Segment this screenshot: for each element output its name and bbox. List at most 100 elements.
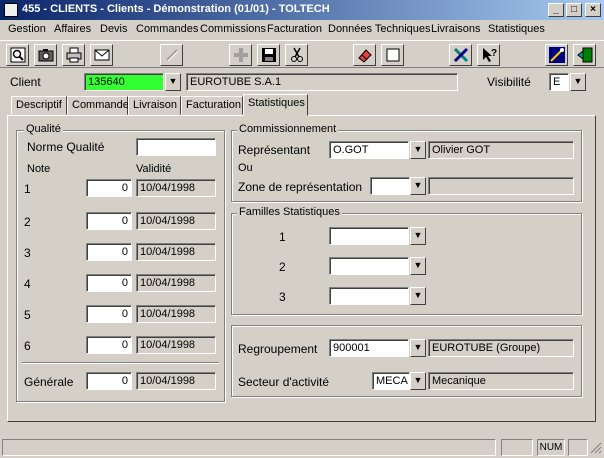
norme-qualite-label: Norme Qualité [27,140,105,154]
menu-gestion[interactable]: Gestion [8,23,46,35]
mail-button[interactable] [90,44,113,66]
cut-icon [291,47,303,62]
menu-livraisons[interactable]: Livraisons [431,23,481,35]
zone-label: Zone de représentation [238,180,363,194]
quality-row-5-label: 5 [24,308,31,322]
quality-row-6-label: 6 [24,339,31,353]
tools-button[interactable] [449,44,472,66]
menu-commissions[interactable]: Commissions [200,23,266,35]
quality-row-2-value[interactable]: 0 [86,212,132,230]
tools-icon [453,47,469,63]
wizard-button[interactable] [545,44,568,66]
eraser-button[interactable] [353,44,376,66]
client-code-field[interactable]: 135640 [84,73,164,91]
family-1-field[interactable] [329,227,409,245]
family-2-field[interactable] [329,257,409,275]
menu-devis[interactable]: Devis [100,23,128,35]
families-group-title: Familles Statistiques [237,206,342,218]
representant-label: Représentant [238,143,311,157]
regroupement-dropdown-button[interactable]: ▼ [410,339,426,357]
family-2-dropdown-button[interactable]: ▼ [410,257,426,275]
family-3-field[interactable] [329,287,409,305]
status-panel-scroll [568,439,588,456]
save-button[interactable] [257,44,280,66]
quality-row-3-value[interactable]: 0 [86,243,132,261]
representant-dropdown-button[interactable]: ▼ [410,141,426,159]
client-label: Client [10,75,41,89]
tab-descriptif[interactable]: Descriptif [11,96,67,115]
representant-code-field[interactable]: O.GOT [329,141,409,159]
help-button[interactable]: ? [477,44,500,66]
add-disabled-icon [234,48,248,62]
family-1-dropdown-button[interactable]: ▼ [410,227,426,245]
close-button[interactable]: × [585,3,601,17]
minimize-button[interactable]: _ [548,3,564,17]
menu-bar: Gestion Affaires Devis Commandes Commiss… [0,20,604,39]
menu-donnees-techniques[interactable]: Données Techniques [328,23,431,35]
chevron-down-icon: ▼ [168,76,178,86]
resize-grip-icon[interactable] [589,441,602,454]
quality-row-1-label: 1 [24,182,31,196]
help-icon: ? [483,48,497,62]
save-icon [262,48,276,62]
tab-facturation[interactable]: Facturation [181,96,243,115]
svg-text:?: ? [491,48,497,59]
visibility-dropdown-button[interactable]: ▼ [570,73,586,91]
or-label: Ou [238,162,253,174]
chevron-down-icon: ▼ [413,290,423,300]
quality-row-4-label: 4 [24,277,31,291]
printer-icon [66,47,82,63]
print-button[interactable] [62,44,85,66]
menu-facturation[interactable]: Facturation [267,23,322,35]
family-3-dropdown-button[interactable]: ▼ [410,287,426,305]
maximize-button[interactable]: □ [566,3,582,17]
search-button[interactable] [6,44,29,66]
edit-disabled-icon [166,49,179,62]
zone-code-field[interactable] [370,177,410,195]
new-page-button[interactable] [381,44,404,66]
quality-row-5-date: 10/04/1998 [136,305,216,323]
quality-separator [22,362,219,364]
regroupement-name-field: EUROTUBE (Groupe) [428,339,574,357]
sector-name-field: Mecanique [428,372,574,390]
tab-commande[interactable]: Commande [67,96,129,115]
menu-affaires[interactable]: Affaires [54,23,91,35]
quality-row-4-value[interactable]: 0 [86,274,132,292]
menu-statistiques[interactable]: Statistiques [488,23,545,35]
status-panel-main [2,439,496,456]
quality-row-6-value[interactable]: 0 [86,336,132,354]
tab-livraison[interactable]: Livraison [128,96,181,115]
family-2-label: 2 [279,260,286,274]
camera-button[interactable] [34,44,57,66]
quality-row-1-value[interactable]: 0 [86,179,132,197]
quality-general-value[interactable]: 0 [86,372,132,390]
edit-button[interactable] [160,44,183,66]
menu-commandes[interactable]: Commandes [136,23,198,35]
cut-button[interactable] [285,44,308,66]
client-dropdown-button[interactable]: ▼ [165,73,181,91]
norme-qualite-field[interactable] [136,138,216,156]
mail-icon [94,49,110,61]
chevron-down-icon: ▼ [413,144,423,154]
chevron-down-icon: ▼ [413,260,423,270]
zone-dropdown-button[interactable]: ▼ [410,177,426,195]
client-name-field: EUROTUBE S.A.1 [186,73,458,91]
sector-dropdown-button[interactable]: ▼ [410,372,426,390]
window-title: 455 - CLIENTS - Clients - Démonstration … [22,3,330,15]
visibility-field[interactable]: E [549,73,569,91]
quality-row-6-date: 10/04/1998 [136,336,216,354]
tab-statistiques[interactable]: Statistiques [243,94,308,116]
sector-code-field[interactable]: MECA [372,372,410,390]
status-bar: NUM [0,436,604,458]
note-header: Note [27,163,51,175]
regroupement-code-field[interactable]: 900001 [329,339,409,357]
new-page-icon [386,48,400,62]
add-button[interactable] [229,44,252,66]
quality-row-5-value[interactable]: 0 [86,305,132,323]
exit-button[interactable] [573,44,596,66]
title-bar[interactable]: 455 - CLIENTS - Clients - Démonstration … [0,0,604,20]
toolbar: ? [0,40,604,68]
sector-label: Secteur d'activité [238,375,330,389]
chevron-down-icon: ▼ [413,375,423,385]
chevron-down-icon: ▼ [413,180,423,190]
